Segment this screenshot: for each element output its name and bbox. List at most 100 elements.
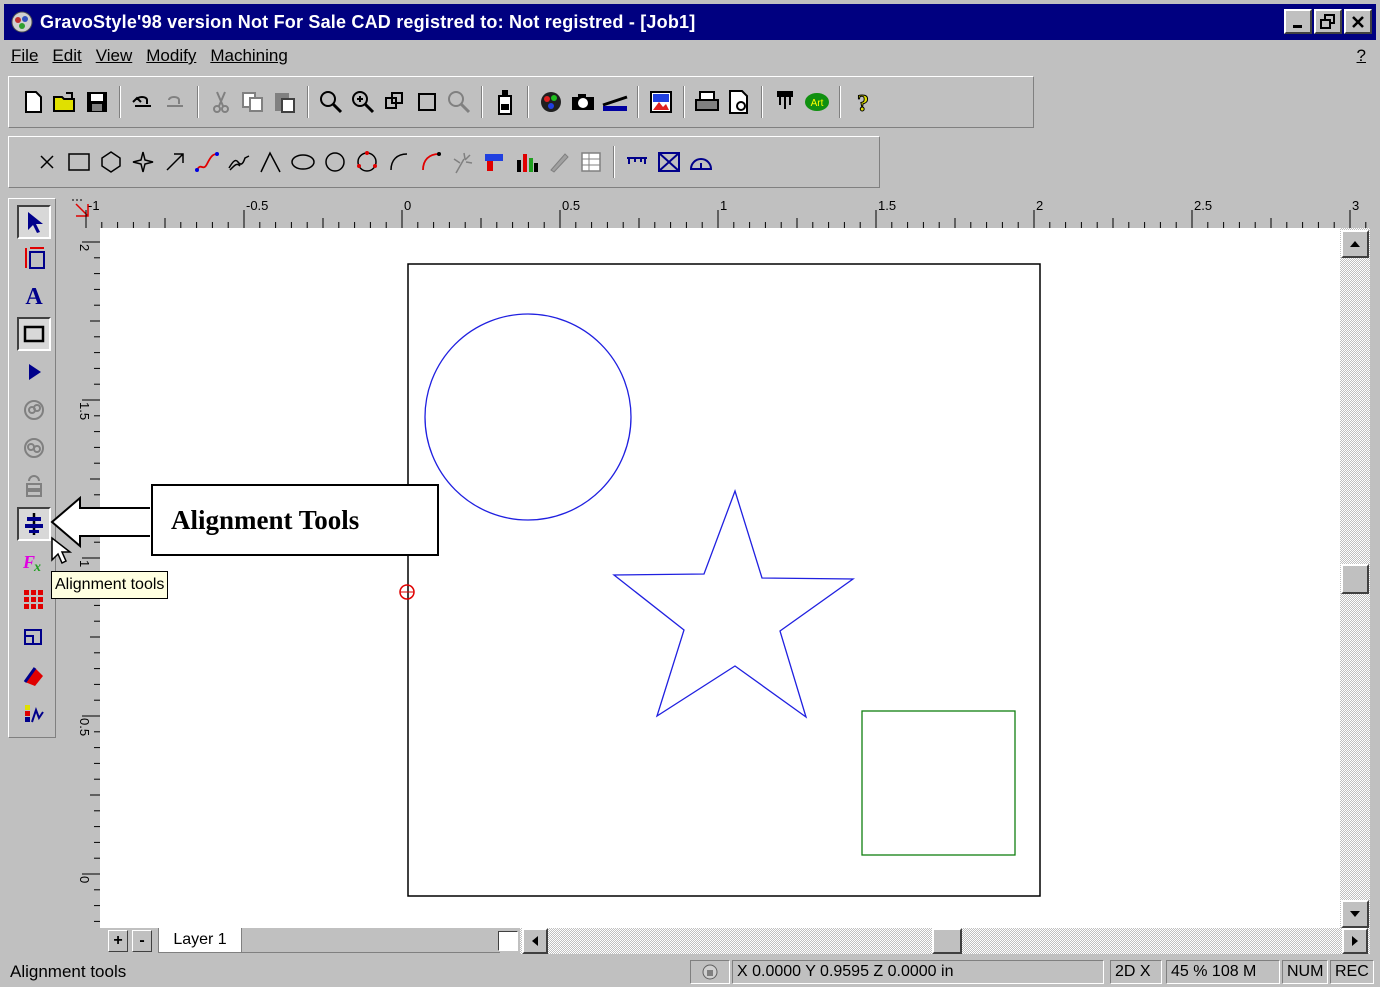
new-file-icon[interactable]	[17, 85, 49, 119]
menu-view[interactable]: View	[89, 46, 140, 66]
window-title: GravoStyle'98 version Not For Sale CAD r…	[40, 11, 696, 32]
weld-icon[interactable]	[17, 393, 51, 427]
menu-help[interactable]: ?	[1357, 46, 1366, 66]
draw-toolbar	[8, 136, 880, 188]
blue-circle-shape[interactable]	[424, 313, 632, 521]
title-bar[interactable]: GravoStyle'98 version Not For Sale CAD r…	[4, 4, 1376, 40]
copy-icon[interactable]	[237, 85, 269, 119]
drill-icon[interactable]	[479, 145, 511, 179]
help-icon[interactable]: ?	[847, 85, 879, 119]
horizontal-scrollbar[interactable]	[520, 928, 1370, 954]
protractor-icon[interactable]	[685, 145, 717, 179]
vertical-scroll-thumb[interactable]	[1341, 564, 1369, 594]
bezier-icon[interactable]	[191, 145, 223, 179]
scroll-down-button[interactable]	[1341, 900, 1369, 928]
zoom-page-icon[interactable]	[411, 85, 443, 119]
point-icon[interactable]	[31, 145, 63, 179]
frame-icon[interactable]	[653, 145, 685, 179]
blue-star-shape[interactable]	[612, 488, 856, 719]
drawing-canvas[interactable]	[100, 228, 1340, 928]
close-button[interactable]	[1344, 9, 1372, 34]
circle-3pts-icon[interactable]	[351, 145, 383, 179]
arc-icon[interactable]	[383, 145, 415, 179]
pen-icon[interactable]	[543, 145, 575, 179]
table-icon[interactable]	[575, 145, 607, 179]
frame-tool-icon[interactable]	[17, 621, 51, 655]
art-icon[interactable]: Art	[801, 85, 833, 119]
layer-tab[interactable]: Layer 1	[158, 928, 242, 953]
mode-indicator[interactable]: 2D X	[1110, 960, 1162, 984]
select-arrow-icon[interactable]	[17, 205, 51, 239]
lock-cell[interactable]	[690, 960, 730, 984]
grid-icon[interactable]	[17, 583, 51, 617]
color-bars-icon[interactable]	[17, 697, 51, 731]
callout-label: Alignment Tools	[151, 484, 439, 556]
arc-red-icon[interactable]	[415, 145, 447, 179]
green-square-shape[interactable]	[861, 710, 1016, 856]
bottle-icon[interactable]	[489, 85, 521, 119]
redo-icon[interactable]	[159, 85, 191, 119]
shape-tool-icon[interactable]	[17, 317, 51, 351]
break-icon[interactable]	[17, 431, 51, 465]
engrave-tool-icon[interactable]	[769, 85, 801, 119]
tooltip: Alignment tools	[51, 571, 169, 599]
restore-button[interactable]	[1314, 9, 1342, 34]
undo-icon[interactable]	[127, 85, 159, 119]
camera-icon[interactable]	[567, 85, 599, 119]
ruler-label: 1.5	[77, 402, 92, 420]
print-preview-icon[interactable]	[723, 85, 755, 119]
svg-text:x: x	[33, 560, 41, 574]
cut-icon[interactable]	[205, 85, 237, 119]
ruler-label: 3	[1352, 198, 1359, 213]
arrow-left-icon	[532, 936, 538, 946]
rectangle-icon[interactable]	[63, 145, 95, 179]
freehand-icon[interactable]	[223, 145, 255, 179]
rec-indicator: REC	[1330, 960, 1374, 984]
polyline-icon[interactable]	[255, 145, 287, 179]
star-icon[interactable]	[127, 145, 159, 179]
dimension-icon[interactable]	[621, 145, 653, 179]
remove-layer-button[interactable]: -	[132, 930, 152, 952]
color-palette-icon[interactable]	[535, 85, 567, 119]
small-arrow-icon[interactable]	[17, 355, 51, 389]
mouse-cursor-icon	[51, 536, 72, 565]
polygon-icon[interactable]	[95, 145, 127, 179]
layer-checkbox[interactable]	[498, 931, 518, 951]
ruler-label: 0	[404, 198, 411, 213]
ellipse-icon[interactable]	[287, 145, 319, 179]
horizontal-ruler[interactable]: -1 -0.5 0 0.5 1 1.5 2 2.5 3	[68, 196, 1370, 228]
zoom-icon[interactable]	[315, 85, 347, 119]
scroll-left-button[interactable]	[522, 928, 548, 954]
print-icon[interactable]	[691, 85, 723, 119]
close-icon	[1352, 15, 1364, 28]
menu-edit[interactable]: Edit	[45, 46, 88, 66]
bar-chart-icon[interactable]	[511, 145, 543, 179]
zoom-previous-icon[interactable]	[443, 85, 475, 119]
scroll-up-button[interactable]	[1341, 230, 1369, 258]
add-layer-button[interactable]: +	[108, 930, 128, 952]
menu-file[interactable]: File	[4, 46, 45, 66]
svg-text:Art: Art	[811, 98, 824, 109]
zoom-window-icon[interactable]	[379, 85, 411, 119]
circle-icon[interactable]	[319, 145, 351, 179]
menu-modify[interactable]: Modify	[139, 46, 203, 66]
text-tool-icon[interactable]: A	[17, 279, 51, 313]
fill-icon[interactable]	[17, 659, 51, 693]
zoom-in-icon[interactable]	[347, 85, 379, 119]
menu-machining[interactable]: Machining	[203, 46, 295, 66]
ruler-label: -1	[88, 198, 100, 213]
image-icon[interactable]	[645, 85, 677, 119]
paste-icon[interactable]	[269, 85, 301, 119]
horizontal-scroll-thumb[interactable]	[932, 928, 962, 954]
minimize-button[interactable]	[1284, 9, 1312, 34]
scanner-icon[interactable]	[599, 85, 631, 119]
open-folder-icon[interactable]	[49, 85, 81, 119]
scroll-right-button[interactable]	[1342, 928, 1368, 954]
ruler-label: -0.5	[246, 198, 268, 213]
fx-icon[interactable]: Fx	[17, 545, 51, 579]
arrow-line-icon[interactable]	[159, 145, 191, 179]
node-edit-icon[interactable]	[17, 241, 51, 275]
save-icon[interactable]	[81, 85, 113, 119]
vertical-scrollbar[interactable]	[1340, 228, 1370, 928]
sparkle-icon[interactable]	[447, 145, 479, 179]
